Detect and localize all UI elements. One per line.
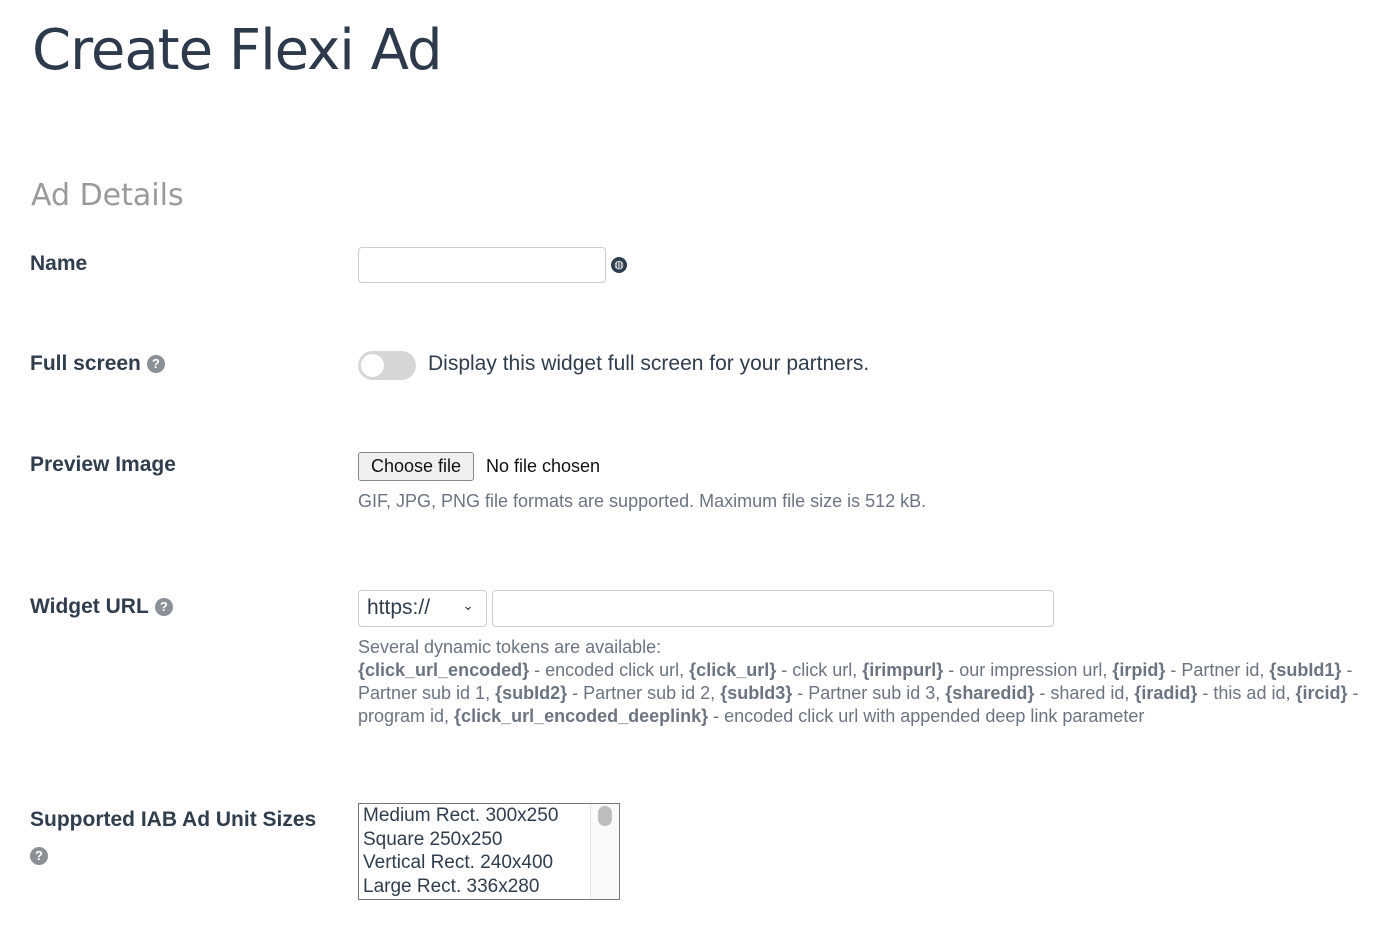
token-name: {ircid} (1295, 683, 1348, 703)
fullscreen-label-text: Full screen (30, 352, 141, 375)
fullscreen-description: Display this widget full screen for your… (428, 352, 870, 375)
token-description: - Partner sub id 3, (792, 683, 946, 703)
preview-label: Preview Image (30, 453, 176, 477)
fullscreen-toggle[interactable] (358, 351, 416, 380)
token-description: - Partner id, (1165, 660, 1270, 680)
widget-url-input[interactable] (492, 590, 1054, 627)
token-name: {irpid} (1112, 660, 1166, 680)
section-heading: Ad Details (31, 178, 184, 213)
token-description: - Partner sub id 2, (567, 683, 721, 703)
sizes-label: Supported IAB Ad Unit Sizes (30, 808, 316, 832)
size-option[interactable]: Medium Rect. 300x250 (363, 804, 615, 828)
token-name: {subId2} (495, 683, 568, 703)
token-description: - encoded click url, (529, 660, 690, 680)
scrollbar[interactable] (590, 804, 619, 899)
name-input[interactable] (358, 247, 606, 283)
token-name: {click_url} (689, 660, 777, 680)
file-status: No file chosen (486, 456, 601, 476)
widget-url-label-text: Widget URL (30, 595, 149, 618)
page-title: Create Flexi Ad (32, 18, 442, 83)
token-description: - encoded click url with appended deep l… (708, 706, 1145, 726)
chevron-down-icon: ⌄ (462, 597, 474, 613)
choose-file-button[interactable]: Choose file (358, 452, 475, 481)
protocol-value: https:// (367, 596, 431, 619)
sizes-listbox[interactable]: Medium Rect. 300x250 Square 250x250 Vert… (358, 803, 620, 900)
token-description: - our impression url, (943, 660, 1113, 680)
token-name: {subId1} (1269, 660, 1342, 680)
fullscreen-label: Full screen? (30, 352, 165, 376)
token-name: {click_url_encoded_deeplink} (454, 706, 709, 726)
tokens-intro: Several dynamic tokens are available: (358, 637, 662, 657)
help-icon[interactable]: ? (146, 355, 165, 373)
name-label: Name (30, 252, 87, 276)
token-name: {iradid} (1134, 683, 1198, 703)
token-name: {sharedid} (945, 683, 1035, 703)
help-icon[interactable]: ? (154, 598, 173, 616)
token-description: - this ad id, (1197, 683, 1296, 703)
tokens-hint: Several dynamic tokens are available: {c… (358, 636, 1368, 728)
token-name: {irimpurl} (862, 660, 944, 680)
protocol-select[interactable]: https:// ⌄ (358, 590, 487, 627)
token-name: {subId3} (720, 683, 793, 703)
token-description: - click url, (776, 660, 863, 680)
help-icon[interactable]: ? (30, 847, 48, 865)
token-description: - shared id, (1034, 683, 1135, 703)
preview-label-text: Preview Image (30, 453, 176, 476)
size-option[interactable]: Square 250x250 (363, 828, 615, 852)
size-option[interactable]: Vertical Rect. 240x400 (363, 851, 615, 875)
preview-hint: GIF, JPG, PNG file formats are supported… (358, 491, 927, 511)
name-label-text: Name (30, 252, 88, 275)
token-name: {click_url_encoded} (358, 660, 530, 680)
tokens-list: {click_url_encoded} - encoded click url,… (358, 659, 1368, 728)
widget-url-label: Widget URL? (30, 595, 173, 619)
sizes-label-text: Supported IAB Ad Unit Sizes (30, 808, 317, 831)
globe-icon[interactable]: ◍ (611, 257, 627, 273)
size-option[interactable]: Large Rect. 336x280 (363, 875, 615, 899)
